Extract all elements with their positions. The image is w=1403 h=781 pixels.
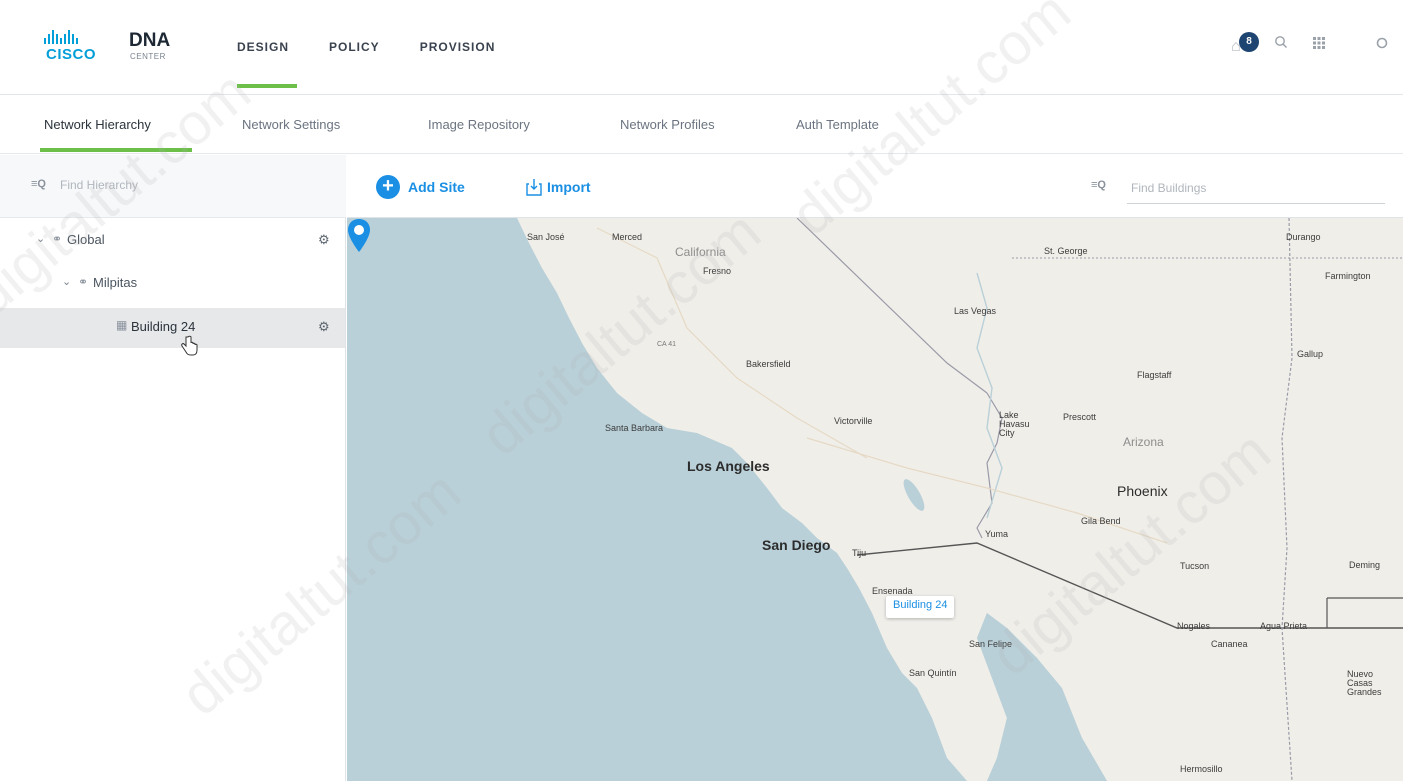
apps-grid-icon[interactable]	[1312, 36, 1326, 50]
sub-tabs: Network Hierarchy Network Settings Image…	[0, 96, 1403, 154]
city-label: Fresno	[703, 266, 732, 276]
city-label: Gallup	[1297, 349, 1324, 359]
hierarchy-panel: ≡Q ⌄ ⚭ Global ⚙ ⌄ ⚭ Milpitas ▦ Building …	[0, 155, 346, 781]
city-label: Agua Prieta	[1260, 621, 1308, 631]
gear-icon[interactable]: ⚙	[318, 232, 330, 248]
hierarchy-search: ≡Q	[0, 155, 346, 218]
tab-image-repository[interactable]: Image Repository	[428, 117, 530, 132]
city-label: Nuevo Casas Grandes	[1347, 669, 1382, 697]
tab-network-profiles[interactable]: Network Profiles	[620, 117, 715, 132]
import-label: Import	[547, 179, 591, 195]
area-icon: ⚭	[78, 275, 89, 289]
city-label: Phoenix	[1117, 483, 1168, 499]
app-window: CISCO DNA CENTER DESIGN POLICY PROVISION…	[0, 0, 1403, 781]
building-icon: ▦	[116, 318, 128, 332]
plus-circle-icon: +	[376, 175, 400, 199]
tab-network-settings[interactable]: Network Settings	[242, 117, 340, 132]
chevron-down-icon[interactable]: ⌄	[36, 232, 45, 245]
city-label: San Felipe	[969, 639, 1013, 649]
cisco-bars-icon	[44, 30, 78, 44]
city-label: Nogales	[1177, 621, 1211, 631]
chevron-down-icon[interactable]: ⌄	[62, 275, 71, 288]
find-buildings-input[interactable]	[1127, 172, 1385, 204]
city-label: Cananea	[1211, 639, 1248, 649]
map-terrain	[517, 218, 1403, 781]
hierarchy-search-input[interactable]	[60, 174, 320, 196]
city-label: Las Vegas	[954, 306, 997, 316]
product-subtitle: CENTER	[130, 52, 166, 61]
tree-node-label: Global	[67, 232, 105, 247]
city-label: San Diego	[762, 537, 831, 553]
city-label: Prescott	[1063, 412, 1097, 422]
city-label: Hermosillo	[1180, 764, 1223, 774]
search-icon[interactable]	[1274, 35, 1288, 49]
hand-cursor-icon	[181, 335, 198, 356]
city-label: Los Angeles	[687, 458, 770, 474]
city-label: Tiju	[852, 548, 867, 558]
city-label: Yuma	[985, 529, 1009, 539]
city-label: Victorville	[834, 416, 873, 426]
cisco-dna-logo[interactable]: CISCO DNA CENTER	[44, 30, 194, 70]
tree-node-global[interactable]: ⌄ ⚭ Global ⚙	[0, 223, 345, 259]
nav-design[interactable]: DESIGN	[237, 40, 298, 88]
import-icon	[526, 179, 542, 196]
brand-name: CISCO	[46, 46, 97, 63]
filter-search-icon: ≡Q	[1091, 179, 1106, 191]
city-label: Ensenada	[872, 586, 913, 596]
tree-node-building-24[interactable]: ▦ Building 24 ⚙	[0, 308, 345, 348]
filter-search-icon: ≡Q	[31, 178, 46, 190]
map-toolbar: + Add Site Import ≡Q	[347, 155, 1403, 218]
notification-badge: 8	[1239, 32, 1259, 52]
map-canvas[interactable]: San José Merced California Fresno St. Ge…	[347, 218, 1403, 781]
city-label: Santa Barbara	[605, 423, 664, 433]
city-label: St. George	[1044, 246, 1088, 256]
gear-icon[interactable]: ⚙	[318, 319, 330, 335]
city-label: Merced	[612, 232, 643, 242]
city-label: Gila Bend	[1081, 516, 1121, 526]
main-nav: DESIGN POLICY PROVISION	[237, 40, 535, 88]
city-label: Bakersfield	[746, 359, 791, 369]
product-name: DNA	[129, 30, 171, 51]
map-panel: + Add Site Import ≡Q Find Buildings San …	[347, 155, 1403, 781]
pin-label-building-24[interactable]: Building 24	[886, 596, 955, 618]
tab-auth-template[interactable]: Auth Template	[796, 117, 879, 132]
tree-node-milpitas[interactable]: ⌄ ⚭ Milpitas	[0, 266, 345, 302]
nav-policy[interactable]: POLICY	[329, 40, 380, 54]
nav-provision[interactable]: PROVISION	[420, 40, 496, 54]
city-label: Lake Havasu City	[999, 410, 1030, 438]
more-icon[interactable]	[1375, 36, 1389, 50]
tree-node-label: Milpitas	[93, 275, 138, 290]
add-site-label: Add Site	[408, 179, 465, 195]
city-label: Farmington	[1325, 271, 1371, 281]
area-icon: ⚭	[52, 232, 63, 246]
tab-network-hierarchy[interactable]: Network Hierarchy	[40, 117, 192, 152]
road-label: CA 41	[657, 341, 677, 348]
region-label: Arizona	[1123, 435, 1164, 449]
region-label: California	[675, 245, 726, 259]
import-button[interactable]: Import	[526, 175, 591, 199]
tree-node-label: Building 24	[131, 319, 196, 334]
city-label: Flagstaff	[1137, 370, 1172, 380]
city-label: San Quintín	[909, 668, 957, 678]
location-pin-icon[interactable]	[347, 218, 371, 254]
add-site-button[interactable]: + Add Site	[376, 175, 465, 199]
city-label: Tucson	[1180, 561, 1210, 571]
city-label: Deming	[1349, 560, 1381, 570]
notifications-button[interactable]: ⌂ 8	[1231, 30, 1259, 58]
top-bar: CISCO DNA CENTER DESIGN POLICY PROVISION…	[0, 0, 1403, 95]
city-label: San José	[527, 232, 565, 242]
city-label: Durango	[1286, 232, 1321, 242]
